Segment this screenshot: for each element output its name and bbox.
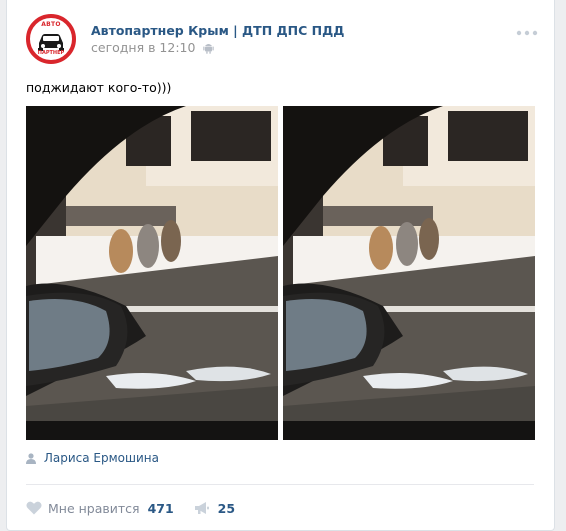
android-icon bbox=[203, 44, 215, 54]
like-count: 471 bbox=[147, 500, 174, 516]
post-divider bbox=[26, 484, 534, 485]
post-photo-1[interactable] bbox=[26, 106, 278, 440]
community-avatar[interactable]: АВТО ПАРТНЕР bbox=[26, 14, 76, 64]
cats-photo-image bbox=[26, 106, 278, 440]
photo-author-name: Лариса Ермошина bbox=[43, 451, 159, 465]
heart-icon bbox=[26, 501, 42, 515]
post-time-label: сегодня в 12:10 bbox=[91, 40, 196, 55]
share-button[interactable]: 25 bbox=[194, 501, 235, 516]
share-count: 25 bbox=[217, 500, 236, 516]
avatar-logo-bottom-text: ПАРТНЕР bbox=[37, 50, 65, 56]
user-icon bbox=[26, 453, 36, 464]
megaphone-icon bbox=[194, 502, 209, 514]
like-button[interactable]: Мне нравится 471 bbox=[26, 501, 174, 516]
cats-photo-image bbox=[283, 106, 535, 440]
avatar-logo: АВТО ПАРТНЕР bbox=[30, 18, 72, 60]
post-time[interactable]: сегодня в 12:10 bbox=[91, 40, 215, 55]
post-text: поджидают кого-то))) bbox=[26, 80, 172, 95]
like-label: Мне нравится bbox=[48, 500, 140, 516]
more-actions-icon[interactable] bbox=[516, 30, 538, 36]
post-card: АВТО ПАРТНЕР Автопартнер Крым | ДТП ДПС … bbox=[6, 0, 555, 531]
post-photo-2[interactable] bbox=[283, 106, 535, 440]
photo-author-link[interactable]: Лариса Ермошина bbox=[26, 451, 159, 465]
post-actions: Мне нравится 471 25 bbox=[26, 499, 255, 517]
community-name-link[interactable]: Автопартнер Крым | ДТП ДПС ПДД bbox=[91, 23, 344, 38]
